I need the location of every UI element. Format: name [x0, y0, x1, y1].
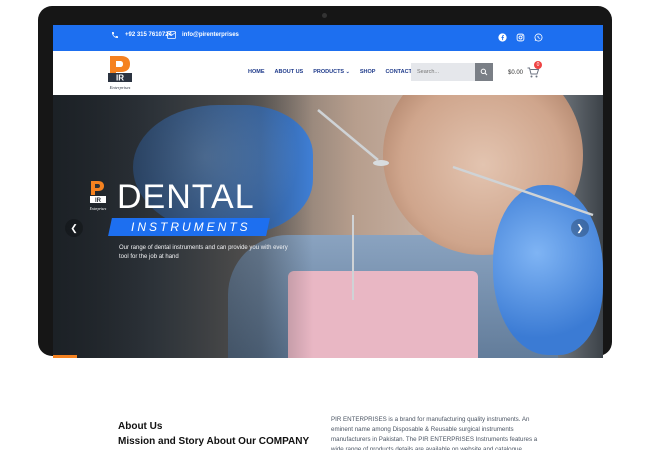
website-screen: +92 315 7610724 info@pirenterprises IR E…	[53, 25, 603, 358]
hero-subtitle: INSTRUMENTS	[131, 220, 251, 234]
about-subheading: Mission and Story About Our COMPANY	[118, 436, 310, 447]
svg-text:Enterprises: Enterprises	[109, 85, 131, 90]
nav-shop[interactable]: SHOP	[360, 69, 376, 75]
hero-description: Our range of dental instruments and can …	[119, 245, 288, 260]
search-icon	[480, 68, 488, 76]
chevron-left-icon: ❮	[70, 222, 78, 233]
chevron-down-icon: ⌄	[345, 69, 350, 75]
nav-products-label: PRODUCTS	[313, 69, 345, 75]
phone-number: +92 315 7610724	[125, 32, 172, 38]
pir-logo[interactable]: IR Enterprises	[105, 53, 135, 93]
mail-icon	[167, 31, 176, 39]
svg-text:Enterprises: Enterprises	[89, 207, 107, 211]
whatsapp-icon[interactable]	[534, 33, 543, 42]
scroll-accent-bar	[53, 355, 77, 358]
phone-contact[interactable]: +92 315 7610724	[111, 31, 172, 39]
camera-dot	[322, 13, 327, 18]
cart-total: $0.00	[508, 69, 524, 76]
cart-widget[interactable]: $0.00 0	[508, 61, 542, 78]
email-contact[interactable]: info@pirenterprises	[167, 31, 239, 39]
hero-slider: IR Enterprises DENTAL INSTRUMENTS Our ra…	[53, 95, 603, 358]
nav-products[interactable]: PRODUCTS ⌄	[313, 69, 350, 75]
social-links	[498, 33, 543, 42]
search-form	[411, 63, 493, 81]
cart-count-badge: 0	[534, 61, 542, 69]
page: +92 315 7610724 info@pirenterprises IR E…	[0, 0, 650, 450]
chevron-right-icon: ❯	[576, 222, 584, 233]
instagram-icon[interactable]	[516, 33, 525, 42]
phone-icon	[112, 32, 118, 38]
about-heading: About Us	[118, 421, 163, 432]
nav-about-us[interactable]: ABOUT US	[275, 69, 304, 75]
facebook-icon[interactable]	[498, 33, 507, 42]
nav-menu: HOME ABOUT US PRODUCTS ⌄ SHOP CONTACT US	[248, 69, 421, 75]
slider-prev-button[interactable]: ❮	[65, 219, 83, 237]
search-input[interactable]	[411, 63, 475, 81]
email-address: info@pirenterprises	[182, 32, 239, 38]
top-contact-bar: +92 315 7610724 info@pirenterprises	[53, 25, 603, 51]
search-button[interactable]	[475, 63, 493, 81]
hero-pir-logo: IR Enterprises	[89, 181, 107, 211]
slider-next-button[interactable]: ❯	[571, 219, 589, 237]
about-description: PIR ENTERPRISES is a brand for manufactu…	[331, 416, 538, 450]
nav-home[interactable]: HOME	[248, 69, 265, 75]
hero-title: DENTAL	[117, 178, 255, 216]
svg-text:IR: IR	[95, 198, 102, 204]
svg-text:IR: IR	[116, 74, 124, 83]
main-navbar: IR Enterprises HOME ABOUT US PRODUCTS ⌄ …	[53, 51, 603, 95]
